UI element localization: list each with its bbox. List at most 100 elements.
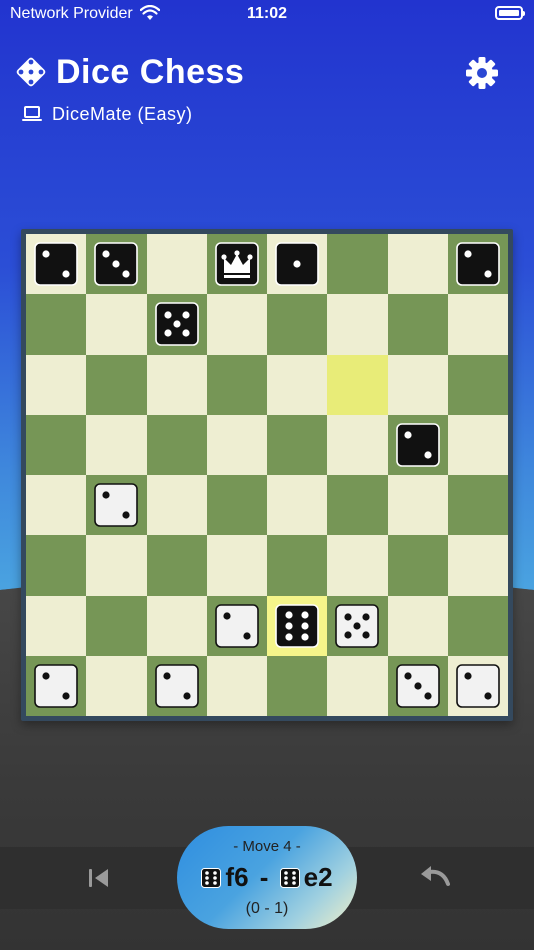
move-separator: - <box>252 862 276 892</box>
die-piece-black-3[interactable] <box>94 242 139 286</box>
square-d3[interactable] <box>206 535 267 596</box>
dice-logo-icon <box>16 57 46 87</box>
square-d4[interactable] <box>206 475 267 536</box>
square-b3[interactable] <box>86 535 147 596</box>
status-bar: Network Provider 11:02 <box>0 0 534 28</box>
move-number: - Move 4 - <box>233 838 301 855</box>
square-d2[interactable] <box>206 595 267 656</box>
square-b1[interactable] <box>86 655 147 716</box>
die-piece-black-2[interactable] <box>395 422 440 467</box>
move-indicator[interactable]: - Move 4 - f6 - e2 (0 - 1) <box>177 826 357 929</box>
battery-icon <box>495 6 525 20</box>
square-b7[interactable] <box>86 294 147 355</box>
square-a5[interactable] <box>26 414 87 475</box>
move-from-square: f6 <box>225 862 249 892</box>
square-d5[interactable] <box>206 414 267 475</box>
die-piece-white-2[interactable] <box>154 663 199 708</box>
square-h6[interactable] <box>447 354 508 415</box>
die-piece-crown-icon[interactable] <box>214 242 259 286</box>
square-g8[interactable] <box>387 234 448 295</box>
status-time: 11:02 <box>246 5 288 22</box>
chess-board-frame <box>21 229 513 721</box>
square-h1[interactable] <box>447 655 508 716</box>
square-c8[interactable] <box>146 234 207 295</box>
square-g6[interactable] <box>387 354 448 415</box>
square-e3[interactable] <box>267 535 328 596</box>
skip-to-start-icon[interactable] <box>86 864 112 892</box>
settings-gear-icon[interactable] <box>464 55 500 91</box>
die-piece-black-2[interactable] <box>34 242 78 286</box>
square-h3[interactable] <box>447 535 508 596</box>
square-a1[interactable] <box>26 655 87 716</box>
square-g5[interactable] <box>387 414 448 475</box>
square-b2[interactable] <box>86 595 147 656</box>
square-e1[interactable] <box>267 655 328 716</box>
square-e8[interactable] <box>267 234 328 295</box>
square-a8[interactable] <box>26 234 87 295</box>
square-h5[interactable] <box>447 414 508 475</box>
square-b8[interactable] <box>86 234 147 295</box>
square-e2[interactable] <box>267 595 328 656</box>
square-c3[interactable] <box>146 535 207 596</box>
square-a3[interactable] <box>26 535 87 596</box>
die-piece-black-1[interactable] <box>275 242 319 286</box>
laptop-icon <box>22 106 42 121</box>
square-a2[interactable] <box>26 595 87 656</box>
square-a4[interactable] <box>26 475 87 536</box>
square-f6[interactable] <box>327 354 388 415</box>
square-f5[interactable] <box>327 414 388 475</box>
square-h4[interactable] <box>447 475 508 536</box>
square-f4[interactable] <box>327 475 388 536</box>
die-piece-white-2[interactable] <box>455 663 500 708</box>
square-f3[interactable] <box>327 535 388 596</box>
last-move: f6 - e2 <box>177 862 357 893</box>
square-d8[interactable] <box>206 234 267 295</box>
chess-board[interactable] <box>26 234 508 716</box>
square-e7[interactable] <box>267 294 328 355</box>
undo-icon[interactable] <box>419 864 453 892</box>
square-g1[interactable] <box>387 655 448 716</box>
square-h2[interactable] <box>447 595 508 656</box>
square-f1[interactable] <box>327 655 388 716</box>
square-d6[interactable] <box>206 354 267 415</box>
square-f2[interactable] <box>327 595 388 656</box>
square-g7[interactable] <box>387 294 448 355</box>
opponent-name: DiceMate (Easy) <box>52 104 193 124</box>
square-c5[interactable] <box>146 414 207 475</box>
die-piece-black-6[interactable] <box>275 603 319 648</box>
square-b5[interactable] <box>86 414 147 475</box>
app-title: Dice Chess <box>56 53 245 91</box>
square-a6[interactable] <box>26 354 87 415</box>
square-e6[interactable] <box>267 354 328 415</box>
square-c6[interactable] <box>146 354 207 415</box>
square-e4[interactable] <box>267 475 328 536</box>
square-d7[interactable] <box>206 294 267 355</box>
move-to-square: e2 <box>303 862 333 892</box>
square-b6[interactable] <box>86 354 147 415</box>
square-g3[interactable] <box>387 535 448 596</box>
die-piece-black-5[interactable] <box>154 302 199 347</box>
die-piece-white-5[interactable] <box>335 603 380 648</box>
score: (0 - 1) <box>245 900 289 917</box>
square-h8[interactable] <box>447 234 508 295</box>
square-c1[interactable] <box>146 655 207 716</box>
square-c7[interactable] <box>146 294 207 355</box>
square-c2[interactable] <box>146 595 207 656</box>
die-piece-white-2[interactable] <box>214 603 259 648</box>
square-g4[interactable] <box>387 475 448 536</box>
square-g2[interactable] <box>387 595 448 656</box>
square-h7[interactable] <box>447 294 508 355</box>
die-six-icon <box>279 867 300 888</box>
square-f8[interactable] <box>327 234 388 295</box>
die-six-icon <box>201 867 222 888</box>
square-c4[interactable] <box>146 475 207 536</box>
square-d1[interactable] <box>206 655 267 716</box>
square-e5[interactable] <box>267 414 328 475</box>
square-f7[interactable] <box>327 294 388 355</box>
die-piece-black-2[interactable] <box>455 242 500 286</box>
die-piece-white-3[interactable] <box>395 663 440 708</box>
die-piece-white-2[interactable] <box>34 663 78 708</box>
die-piece-white-2[interactable] <box>94 483 139 527</box>
square-a7[interactable] <box>26 294 87 355</box>
square-b4[interactable] <box>86 475 147 536</box>
